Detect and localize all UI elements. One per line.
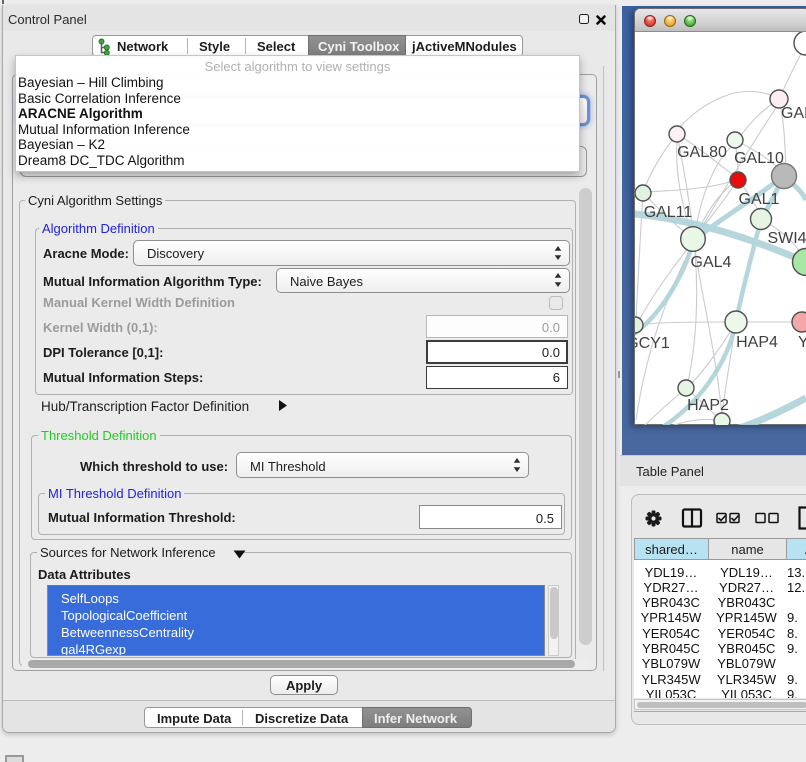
svg-text:GCY1: GCY1: [635, 335, 670, 352]
svg-text:HAP4: HAP4: [736, 334, 778, 351]
svg-text:GAL1: GAL1: [739, 191, 780, 208]
svg-text:HAP2: HAP2: [687, 397, 729, 414]
svg-text:GAL11: GAL11: [644, 204, 693, 221]
svg-text:SWI4: SWI4: [767, 230, 806, 247]
svg-text:GAL4: GAL4: [691, 254, 732, 271]
svg-text:GAL8: GAL8: [781, 105, 806, 122]
svg-text:GAL80: GAL80: [677, 144, 727, 161]
svg-text:GAL10: GAL10: [734, 150, 784, 167]
svg-text:Y: Y: [798, 334, 806, 351]
